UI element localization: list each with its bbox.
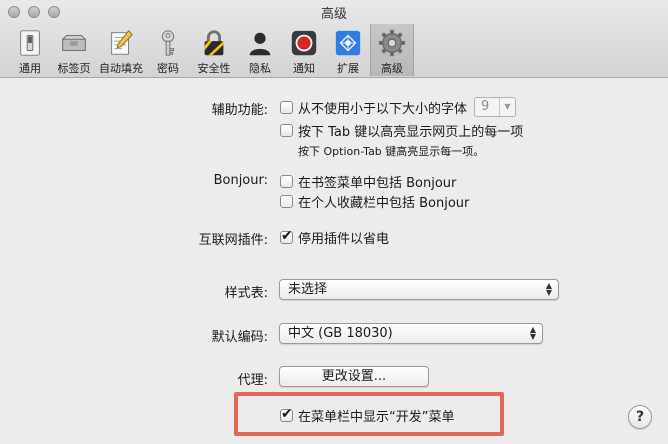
bonjour-bookmarks-text: 在书签菜单中包括 Bonjour — [298, 176, 457, 191]
help-button[interactable]: ? — [628, 405, 652, 429]
tab-passwords[interactable]: 密码 — [146, 24, 190, 76]
min-font-size-checkbox[interactable] — [280, 101, 293, 114]
stop-plugins-checkbox[interactable] — [280, 228, 293, 244]
key-icon — [161, 30, 175, 56]
proxy-change-settings-button[interactable]: 更改设置... — [279, 366, 429, 387]
stop-plugins-text: 停用插件以省电 — [298, 232, 390, 247]
switch-icon — [20, 30, 40, 56]
tab-tabs[interactable]: 标签页 — [52, 24, 96, 76]
plugins-label: 互联网插件: — [198, 233, 268, 248]
gear-icon — [378, 29, 406, 57]
window-title: 高级 — [320, 7, 347, 22]
tabs-icon — [62, 35, 86, 51]
tab-notifications[interactable]: 通知 — [282, 24, 326, 76]
stylesheet-label: 样式表: — [224, 286, 268, 301]
updown-arrows-icon: ▲ ▼ — [529, 325, 536, 341]
bonjour-bookmarks-checkbox[interactable] — [280, 175, 293, 188]
safari-preferences-window: 高级 通用 标签页 自动填充 密码 安全性 隐私 通知 扩展 高级 辅助功能: … — [0, 0, 668, 444]
tab-highlight-checkbox[interactable] — [280, 124, 293, 137]
tab-extensions[interactable]: 扩展 — [326, 24, 370, 76]
bonjour-favorites-text: 在个人收藏栏中包括 Bonjour — [298, 196, 470, 211]
bonjour-label: Bonjour: — [213, 173, 268, 188]
bonjour-favorites-checkbox[interactable] — [280, 195, 293, 208]
min-font-size-text: 从不使用小于以下大小的字体 — [298, 102, 468, 117]
show-develop-menu-text: 在菜单栏中显示“开发”菜单 — [298, 410, 455, 425]
lock-icon — [204, 30, 224, 56]
stylesheet-value: 未选择 — [288, 282, 328, 297]
proxy-label: 代理: — [237, 373, 268, 388]
accessibility-label: 辅助功能: — [211, 103, 268, 118]
updown-arrows-icon: ▲ ▼ — [545, 281, 552, 297]
show-develop-menu-checkbox[interactable] — [280, 406, 293, 422]
encoding-value: 中文 (GB 18030) — [288, 326, 393, 341]
silhouette-icon — [249, 32, 271, 56]
tab-autofill[interactable]: 自动填充 — [96, 24, 146, 76]
tab-highlight-text: 按下 Tab 键以高亮显示网页上的每一项 — [298, 125, 524, 140]
encoding-label: 默认编码: — [211, 330, 268, 345]
encoding-popup[interactable]: 中文 (GB 18030) ▲ ▼ — [279, 323, 543, 344]
notification-icon — [291, 30, 317, 56]
chevron-down-icon: ▼ — [499, 98, 515, 116]
min-font-size-select[interactable]: 9 ▼ — [474, 97, 516, 117]
tab-advanced[interactable]: 高级 — [370, 24, 414, 76]
min-font-size-value: 9 — [481, 99, 490, 114]
pencil-form-icon — [111, 30, 133, 55]
tab-general[interactable]: 通用 — [8, 24, 52, 76]
title-bar: 高级 通用 标签页 自动填充 密码 安全性 隐私 通知 扩展 高级 — [0, 0, 668, 78]
tab-security[interactable]: 安全性 — [190, 24, 238, 76]
preferences-toolbar: 通用 标签页 自动填充 密码 安全性 隐私 通知 扩展 高级 — [8, 24, 414, 76]
tab-privacy[interactable]: 隐私 — [238, 24, 282, 76]
tab-highlight-hint: 按下 Option-Tab 键高亮显示每一项。 — [298, 145, 485, 158]
puzzle-icon — [335, 30, 361, 56]
stylesheet-popup[interactable]: 未选择 ▲ ▼ — [279, 279, 559, 300]
